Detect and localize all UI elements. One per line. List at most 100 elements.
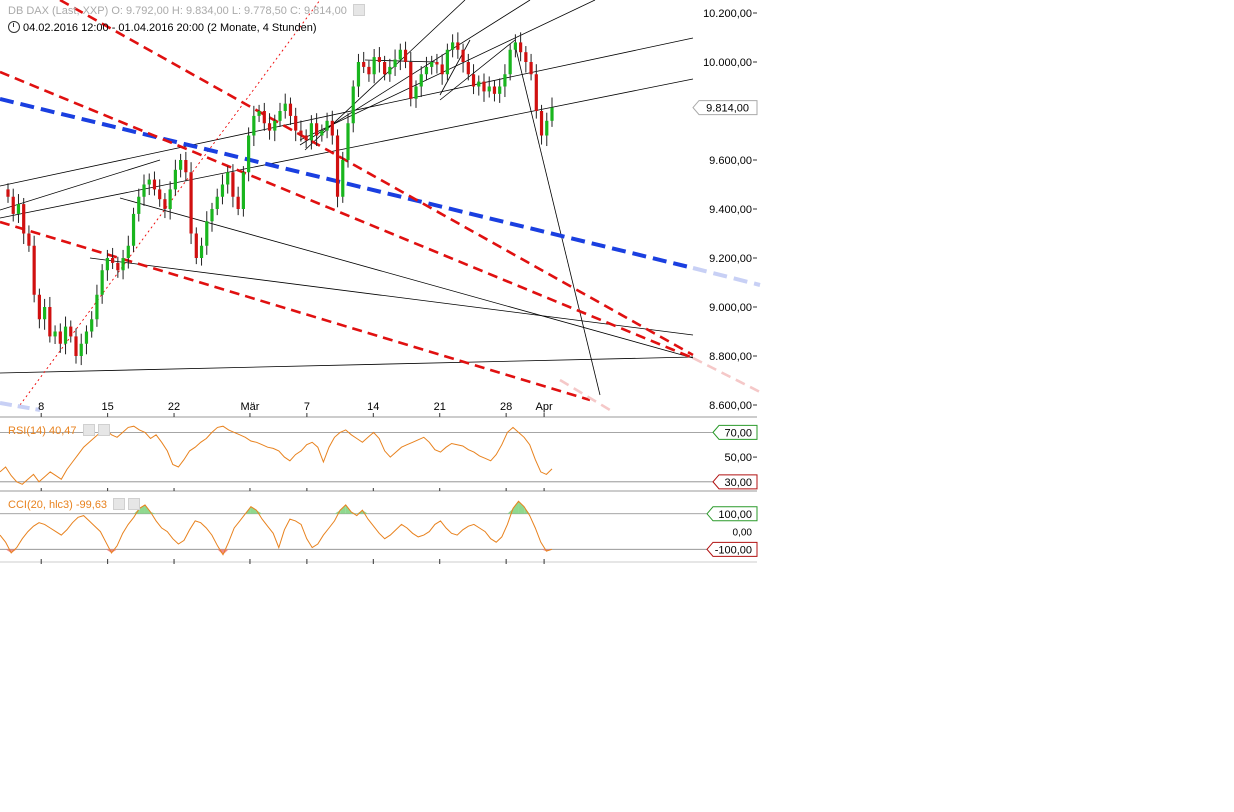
low-value: L: 9.778,50	[231, 5, 287, 17]
chart-canvas: 10.200,00 10.000,00 9.600,00 9.400,00 9.200,…	[0, 0, 761, 564]
y-tick-label: 8.800,00	[709, 351, 752, 363]
candle-up	[451, 42, 455, 50]
y-tick-label: 10.000,00	[703, 57, 752, 69]
candle-up	[273, 120, 277, 131]
candle-up	[53, 331, 57, 337]
candle-up	[226, 172, 230, 185]
candle-up	[372, 57, 376, 75]
candle-up	[168, 189, 172, 209]
candle-down	[48, 307, 52, 337]
last-price-tag: 9.814,00	[692, 100, 758, 116]
instrument-name[interactable]: DB DAX (Last, XXP)	[8, 5, 108, 17]
candle-up	[16, 204, 21, 214]
candle-down	[335, 135, 340, 197]
rsi-close-icon[interactable]	[97, 424, 110, 436]
rsi-level-tag: 50,00	[724, 452, 757, 464]
candle-up	[252, 115, 256, 136]
candle-down	[304, 135, 308, 141]
blue-dashed-extension	[692, 266, 761, 287]
candle-down	[409, 62, 413, 99]
candle-down	[299, 130, 303, 136]
candle-up	[173, 169, 177, 190]
candle-down	[11, 196, 15, 214]
candle-up	[100, 270, 104, 295]
rsi-level-tag: 70,00	[712, 424, 758, 440]
cci-legend[interactable]: CCI(20, hlc3) -99,63	[8, 498, 141, 511]
candle-up	[341, 160, 345, 197]
cci-level-tag: 100,00	[706, 506, 758, 522]
candle-down	[152, 179, 157, 190]
black-trendline	[514, 44, 601, 396]
candle-up	[283, 103, 287, 111]
candle-up	[445, 49, 449, 75]
candle-down	[163, 199, 167, 209]
cci-level-tag: -100,00	[706, 541, 758, 557]
candle-up	[210, 209, 214, 222]
cci-level-label: 100,00	[718, 509, 752, 521]
candle-down	[362, 62, 366, 67]
candle-up	[247, 135, 251, 173]
candle-up	[320, 130, 324, 136]
candle-down	[492, 86, 497, 94]
red-dashed-trendline	[0, 220, 591, 402]
candle-up	[79, 343, 83, 356]
candle-down	[231, 172, 235, 197]
candle-down	[58, 331, 62, 344]
rsi-level-tag: 30,00	[712, 474, 758, 490]
cci-level-label: -100,00	[715, 544, 752, 556]
rsi-title: RSI(14)	[8, 425, 46, 437]
candle-up	[241, 172, 245, 209]
y-tick-label: 9.400,00	[709, 204, 752, 216]
red-dashed-extension	[559, 378, 611, 412]
candle-up	[508, 49, 512, 75]
candle-down	[69, 326, 73, 337]
candle-up	[414, 86, 418, 99]
candle-up	[105, 258, 109, 271]
rsi-settings-icon[interactable]	[82, 424, 95, 436]
candle-down	[116, 262, 120, 271]
black-trendline	[0, 37, 694, 187]
candle-down	[471, 74, 476, 87]
candle-down	[482, 81, 486, 92]
blue-dashed-fragment	[0, 401, 41, 412]
y-tick-label: 9.600,00	[709, 155, 752, 167]
last-price-label: 9.814,00	[706, 103, 749, 115]
candle-down	[194, 233, 198, 258]
x-tick-label: 15	[102, 401, 114, 413]
candle-up	[424, 66, 429, 75]
date-range[interactable]: 04.02.2016 12:00 - 01.04.2016 20:00 (2 M…	[23, 22, 317, 34]
rsi-value: 40,47	[48, 425, 77, 437]
candle-up	[142, 184, 146, 197]
red-dashed-extension	[692, 356, 761, 394]
cci-close-icon[interactable]	[128, 498, 141, 510]
clock-icon	[8, 21, 20, 33]
candle-down	[367, 66, 371, 75]
candle-down	[184, 160, 188, 173]
candle-up	[278, 111, 282, 121]
candle-up	[487, 86, 491, 92]
candle-down	[111, 258, 115, 263]
open-value: O: 9.792,00	[111, 5, 169, 17]
instrument-header: DB DAX (Last, XXP) O: 9.792,00 H: 9.834,…	[8, 4, 365, 17]
candle-up	[498, 86, 502, 94]
cci-title: CCI(20, hlc3)	[8, 499, 73, 511]
cci-value: -99,63	[75, 499, 108, 511]
candle-up	[43, 307, 47, 320]
candle-up	[393, 59, 397, 67]
rsi-legend[interactable]: RSI(14) 40,47	[8, 424, 110, 437]
settings-icon[interactable]	[352, 4, 365, 16]
candle-down	[22, 204, 26, 234]
candle-down	[383, 62, 387, 75]
cci-overbought-fill	[518, 501, 525, 514]
red-dashed-trendline	[0, 70, 694, 360]
cci-level-label: 0,00	[733, 528, 753, 539]
candle-down	[288, 103, 293, 116]
candle-up	[503, 74, 507, 87]
cci-settings-icon[interactable]	[113, 498, 126, 510]
candle-down	[529, 62, 533, 75]
rsi-panel: 70,00 50,00 30,00	[0, 424, 758, 490]
candle-up	[121, 258, 125, 271]
cci-level-tag: 0,00	[733, 528, 753, 539]
x-tick-label: Mär	[240, 401, 259, 413]
black-trendline	[89, 257, 694, 336]
